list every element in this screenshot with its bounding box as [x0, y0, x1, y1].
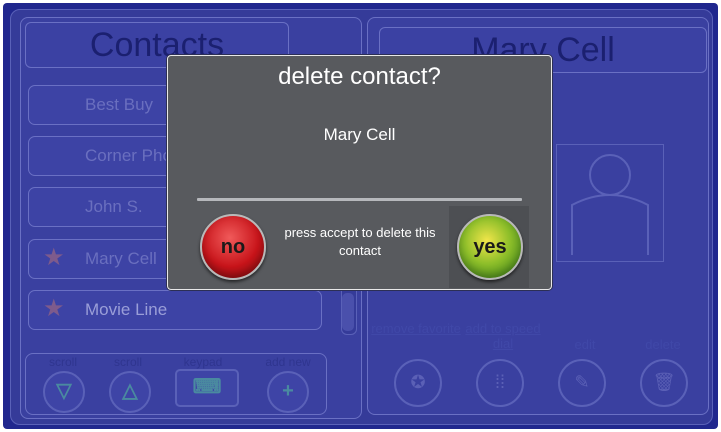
add-speed-dial-label: add to speed dial [465, 321, 541, 351]
scroll-up-button[interactable]: △ [109, 371, 151, 413]
scroll-down-label: scroll [48, 355, 77, 369]
edit-icon: ✎ [574, 372, 590, 392]
remove-favorite-button[interactable]: ✪ [394, 359, 442, 407]
contact-row-movie-line[interactable]: ★ Movie Line [28, 290, 322, 330]
remove-favorite-label: remove favorite [371, 321, 461, 336]
edit-button[interactable]: ✎ [558, 359, 606, 407]
add-speed-dial-button[interactable]: ⁞⁞ [476, 359, 524, 407]
edit-label: edit [574, 337, 596, 352]
delete-label: delete [645, 337, 681, 352]
contact-photo-placeholder [556, 144, 664, 262]
dialog-title: delete contact? [278, 63, 441, 90]
contact-label: Mary Cell [85, 249, 157, 268]
chevron-down-icon: ▽ [56, 380, 72, 402]
keypad-button[interactable]: ⌨ [175, 369, 239, 407]
add-new-label: add new [265, 355, 311, 369]
yes-button[interactable]: yes [457, 214, 523, 280]
no-button[interactable]: no [200, 214, 266, 280]
plus-icon: + [282, 380, 294, 402]
contact-label: Movie Line [85, 300, 168, 319]
delete-button[interactable]: 🗑 [640, 359, 688, 407]
keypad-icon: ⁞⁞ [494, 372, 505, 392]
dialog-message: press accept to delete this contact [284, 225, 436, 258]
scroll-down-button[interactable]: ▽ [43, 371, 85, 413]
favorite-star-icon: ★ [43, 244, 65, 271]
contact-label: Corner Pho [85, 146, 172, 165]
add-new-button[interactable]: + [267, 371, 309, 413]
dialog-divider [197, 198, 522, 201]
keypad-icon: ⌨ [192, 376, 222, 398]
app-screen: Contacts Best Buy Corner Pho John S. ★ M… [3, 3, 718, 429]
contact-label: John S. [85, 197, 143, 216]
scrollbar-thumb[interactable] [342, 293, 354, 331]
person-silhouette-icon [571, 154, 649, 255]
dialog-contact-name: Mary Cell [323, 125, 396, 144]
keypad-label: keypad [183, 355, 223, 369]
star-minus-icon: ✪ [410, 372, 426, 392]
delete-contact-dialog: delete contact? Mary Cell press accept t… [167, 55, 552, 290]
scroll-up-label: scroll [113, 355, 142, 369]
trash-icon: 🗑 [652, 372, 676, 392]
contact-label: Best Buy [85, 95, 154, 114]
chevron-up-icon: △ [122, 380, 138, 402]
favorite-star-icon: ★ [43, 295, 65, 322]
